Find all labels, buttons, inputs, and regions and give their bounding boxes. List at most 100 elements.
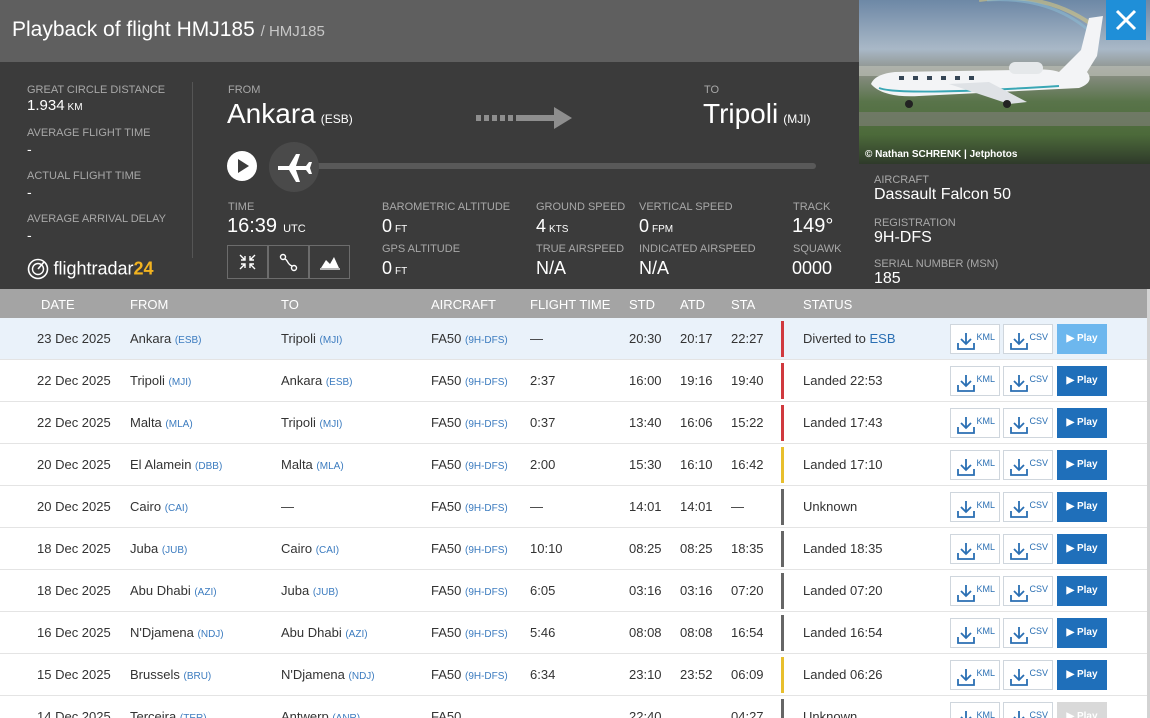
- play-flight-button[interactable]: ▶ Play: [1057, 618, 1107, 648]
- row-from-code[interactable]: (JUB): [162, 545, 188, 556]
- row-sta: 16:42: [731, 457, 764, 472]
- play-flight-button[interactable]: ▶ Play: [1057, 408, 1107, 438]
- actual-time-label: ACTUAL FLIGHT TIME: [27, 170, 142, 182]
- flight-row[interactable]: 20 Dec 2025 Cairo (CAI) — FA50 (9H-DFS) — 14…: [0, 486, 1147, 528]
- row-from-code[interactable]: (DBB): [195, 461, 222, 472]
- col-to: TO: [281, 297, 299, 312]
- play-flight-button[interactable]: ▶ Play: [1057, 324, 1107, 354]
- download-csv-button[interactable]: CSV: [1003, 618, 1053, 648]
- flight-row[interactable]: 20 Dec 2025 El Alamein (DBB) Malta (MLA) FA…: [0, 444, 1147, 486]
- row-date: 23 Dec 2025: [37, 331, 111, 346]
- download-kml-button[interactable]: KML: [950, 618, 1000, 648]
- row-from-code[interactable]: (ESB): [175, 335, 202, 346]
- playback-handle[interactable]: [269, 142, 319, 192]
- row-registration[interactable]: (9H-DFS): [465, 335, 508, 346]
- row-atd: 14:01: [680, 499, 713, 514]
- row-to-code[interactable]: (MJI): [320, 335, 343, 346]
- download-csv-button[interactable]: CSV: [1003, 324, 1053, 354]
- flight-row[interactable]: 22 Dec 2025 Tripoli (MJI) Ankara (ESB) FA50…: [0, 360, 1147, 402]
- row-registration[interactable]: (9H-DFS): [465, 587, 508, 598]
- play-flight-button[interactable]: ▶ Play: [1057, 366, 1107, 396]
- play-flight-button[interactable]: ▶ Play: [1057, 576, 1107, 606]
- flight-row[interactable]: 18 Dec 2025 Juba (JUB) Cairo (CAI) FA50 (9H…: [0, 528, 1147, 570]
- avg-time-value: -: [27, 141, 32, 157]
- download-kml-button[interactable]: KML: [950, 534, 1000, 564]
- row-to-code[interactable]: (CAI): [316, 545, 339, 556]
- zoom-fit-button[interactable]: [227, 245, 268, 279]
- play-flight-button[interactable]: ▶ Play: [1057, 492, 1107, 522]
- row-registration[interactable]: (9H-DFS): [465, 419, 508, 430]
- play-flight-button[interactable]: ▶ Play: [1057, 702, 1107, 718]
- row-std: 08:25: [629, 541, 662, 556]
- row-to-code[interactable]: (MLA): [316, 461, 343, 472]
- row-from-code[interactable]: (MLA): [165, 419, 192, 430]
- row-to-code[interactable]: (AZI): [345, 629, 367, 640]
- row-to-code[interactable]: (JUB): [313, 587, 339, 598]
- playback-track[interactable]: [295, 163, 816, 169]
- row-to-code[interactable]: (MJI): [320, 419, 343, 430]
- download-kml-button[interactable]: KML: [950, 660, 1000, 690]
- row-to-code[interactable]: (NDJ): [349, 671, 375, 682]
- download-kml-button[interactable]: KML: [950, 324, 1000, 354]
- row-to-code[interactable]: (ANR): [332, 713, 360, 718]
- row-date: 15 Dec 2025: [37, 667, 111, 682]
- row-registration[interactable]: (9H-DFS): [465, 671, 508, 682]
- gcd-value: 1.934 KM: [27, 97, 83, 114]
- download-icon: [1010, 375, 1028, 392]
- download-kml-button[interactable]: KML: [950, 492, 1000, 522]
- row-from-code[interactable]: (AZI): [194, 587, 216, 598]
- row-registration[interactable]: (9H-DFS): [465, 377, 508, 388]
- close-button[interactable]: [1106, 0, 1146, 40]
- download-csv-button[interactable]: CSV: [1003, 450, 1053, 480]
- row-to-code[interactable]: (ESB): [326, 377, 353, 388]
- row-flight-time: —: [530, 331, 543, 346]
- gcd-label: GREAT CIRCLE DISTANCE: [27, 84, 166, 96]
- play-triangle-icon: ▶: [1066, 459, 1075, 470]
- play-flight-button[interactable]: ▶ Play: [1057, 534, 1107, 564]
- download-kml-button[interactable]: KML: [950, 450, 1000, 480]
- ground-speed-value: 4 KTS: [536, 216, 569, 236]
- download-kml-button[interactable]: KML: [950, 576, 1000, 606]
- row-registration[interactable]: (9H-DFS): [465, 461, 508, 472]
- row-to: Cairo (CAI): [281, 541, 340, 556]
- row-from: Ankara (ESB): [130, 331, 202, 346]
- play-button[interactable]: [227, 151, 257, 181]
- download-csv-button[interactable]: CSV: [1003, 534, 1053, 564]
- download-csv-button[interactable]: CSV: [1003, 660, 1053, 690]
- flight-row[interactable]: 18 Dec 2025 Abu Dhabi (AZI) Juba (JUB) FA50…: [0, 570, 1147, 612]
- play-triangle-icon: ▶: [1066, 501, 1075, 512]
- route-button[interactable]: [268, 245, 309, 279]
- flight-row[interactable]: 14 Dec 2025 Terceira (TER) Antwerp (ANR) FA…: [0, 696, 1147, 718]
- true-airspeed-label: TRUE AIRSPEED: [536, 243, 625, 255]
- row-from-code[interactable]: (BRU): [183, 671, 211, 682]
- download-csv-button[interactable]: CSV: [1003, 702, 1053, 718]
- row-registration[interactable]: (9H-DFS): [465, 629, 508, 640]
- row-sta: 15:22: [731, 415, 764, 430]
- row-from-code[interactable]: (MJI): [169, 377, 192, 388]
- row-from-code[interactable]: (CAI): [165, 503, 188, 514]
- flight-row[interactable]: 23 Dec 2025 Ankara (ESB) Tripoli (MJI) FA50…: [0, 318, 1147, 360]
- flight-row[interactable]: 22 Dec 2025 Malta (MLA) Tripoli (MJI) FA50 …: [0, 402, 1147, 444]
- play-icon: [238, 159, 249, 173]
- row-from-code[interactable]: (NDJ): [198, 629, 224, 640]
- row-from-code[interactable]: (TER): [180, 713, 207, 718]
- download-kml-button[interactable]: KML: [950, 702, 1000, 718]
- download-kml-button[interactable]: KML: [950, 366, 1000, 396]
- row-registration[interactable]: (9H-DFS): [465, 503, 508, 514]
- play-flight-button[interactable]: ▶ Play: [1057, 660, 1107, 690]
- ground-speed-label: GROUND SPEED: [536, 201, 626, 213]
- flight-row[interactable]: 16 Dec 2025 N'Djamena (NDJ) Abu Dhabi (AZI…: [0, 612, 1147, 654]
- flight-row[interactable]: 15 Dec 2025 Brussels (BRU) N'Djamena (NDJ)…: [0, 654, 1147, 696]
- row-status-link[interactable]: ESB: [870, 331, 896, 346]
- download-icon: [1010, 669, 1028, 686]
- row-registration[interactable]: (9H-DFS): [465, 545, 508, 556]
- download-icon: [957, 669, 975, 686]
- altitude-graph-button[interactable]: [309, 245, 350, 279]
- download-kml-button[interactable]: KML: [950, 408, 1000, 438]
- download-csv-button[interactable]: CSV: [1003, 408, 1053, 438]
- row-std: 23:10: [629, 667, 662, 682]
- download-csv-button[interactable]: CSV: [1003, 492, 1053, 522]
- download-csv-button[interactable]: CSV: [1003, 366, 1053, 396]
- play-flight-button[interactable]: ▶ Play: [1057, 450, 1107, 480]
- download-csv-button[interactable]: CSV: [1003, 576, 1053, 606]
